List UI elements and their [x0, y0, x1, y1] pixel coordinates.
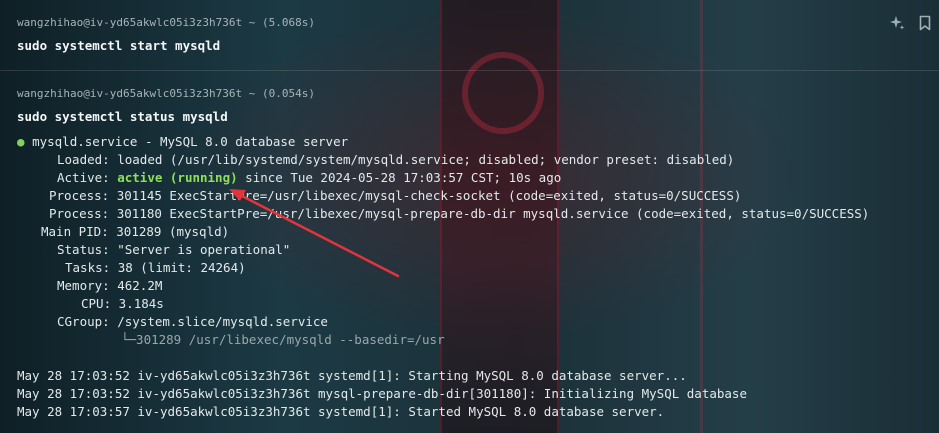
- active-state: active (running): [117, 170, 238, 185]
- process-value: 301145 ExecStartPre=/usr/libexec/mysql-c…: [116, 188, 742, 203]
- sparkle-icon[interactable]: [888, 14, 906, 32]
- memory-label: Memory:: [57, 278, 110, 293]
- status-value: "Server is operational": [117, 242, 291, 257]
- active-row: Active: active (running) since Tue 2024-…: [57, 170, 561, 185]
- service-header: ● mysqld.service - MySQL 8.0 database se…: [17, 134, 348, 149]
- loaded-label: Loaded:: [57, 152, 110, 167]
- status-label: Status:: [57, 242, 110, 257]
- loaded-row: Loaded: loaded (/usr/lib/systemd/system/…: [57, 152, 734, 167]
- status-bullet-icon: ●: [17, 134, 25, 149]
- bookmark-icon[interactable]: [916, 14, 934, 32]
- cpu-value: 3.184s: [118, 296, 164, 311]
- journal-line: May 28 17:03:57 iv-yd65akwlc05i3z3h736t …: [17, 404, 665, 419]
- tasks-value: 38 (limit: 24264): [117, 260, 246, 275]
- tasks-label: Tasks:: [65, 260, 111, 275]
- status-row: Status: "Server is operational": [57, 242, 290, 257]
- active-since: since Tue 2024-05-28 17:03:57 CST; 10s a…: [237, 170, 562, 185]
- tasks-row: Tasks: 38 (limit: 24264): [65, 260, 246, 275]
- loaded-value: loaded (/usr/lib/systemd/system/mysqld.s…: [117, 152, 735, 167]
- prompt-line: wangzhihao@iv-yd65akwlc05i3z3h736t ~ (5.…: [17, 16, 316, 29]
- main-pid-row: Main PID: 301289 (mysqld): [41, 224, 229, 239]
- prompt-line: wangzhihao@iv-yd65akwlc05i3z3h736t ~ (0.…: [17, 87, 316, 100]
- command-text: sudo systemctl status mysqld: [17, 109, 228, 124]
- cgroup-label: CGroup:: [57, 314, 110, 329]
- process-value: 301180 ExecStartPre=/usr/libexec/mysql-p…: [116, 206, 870, 221]
- process-label: Process:: [49, 188, 110, 203]
- cgroup-value: /system.slice/mysqld.service: [117, 314, 328, 329]
- cpu-label: CPU:: [81, 296, 112, 311]
- cpu-row: CPU: 3.184s: [81, 296, 164, 311]
- main-pid-label: Main PID:: [41, 224, 109, 239]
- main-pid-value: 301289 (mysqld): [116, 224, 230, 239]
- active-label: Active:: [57, 170, 110, 185]
- block-divider: [0, 70, 939, 71]
- service-title: mysqld.service - MySQL 8.0 database serv…: [32, 134, 349, 149]
- cgroup-child-row: └─301289 /usr/libexec/mysqld --basedir=/…: [121, 332, 445, 347]
- process-row: Process: 301145 ExecStartPre=/usr/libexe…: [49, 188, 741, 203]
- journal-line: May 28 17:03:52 iv-yd65akwlc05i3z3h736t …: [17, 368, 687, 383]
- cgroup-row: CGroup: /system.slice/mysqld.service: [57, 314, 328, 329]
- process-row: Process: 301180 ExecStartPre=/usr/libexe…: [49, 206, 869, 221]
- memory-value: 462.2M: [117, 278, 163, 293]
- memory-row: Memory: 462.2M: [57, 278, 162, 293]
- command-text: sudo systemctl start mysqld: [17, 38, 221, 53]
- background-neon-sign: [462, 52, 544, 134]
- journal-line: May 28 17:03:52 iv-yd65akwlc05i3z3h736t …: [17, 386, 747, 401]
- process-label: Process:: [49, 206, 110, 221]
